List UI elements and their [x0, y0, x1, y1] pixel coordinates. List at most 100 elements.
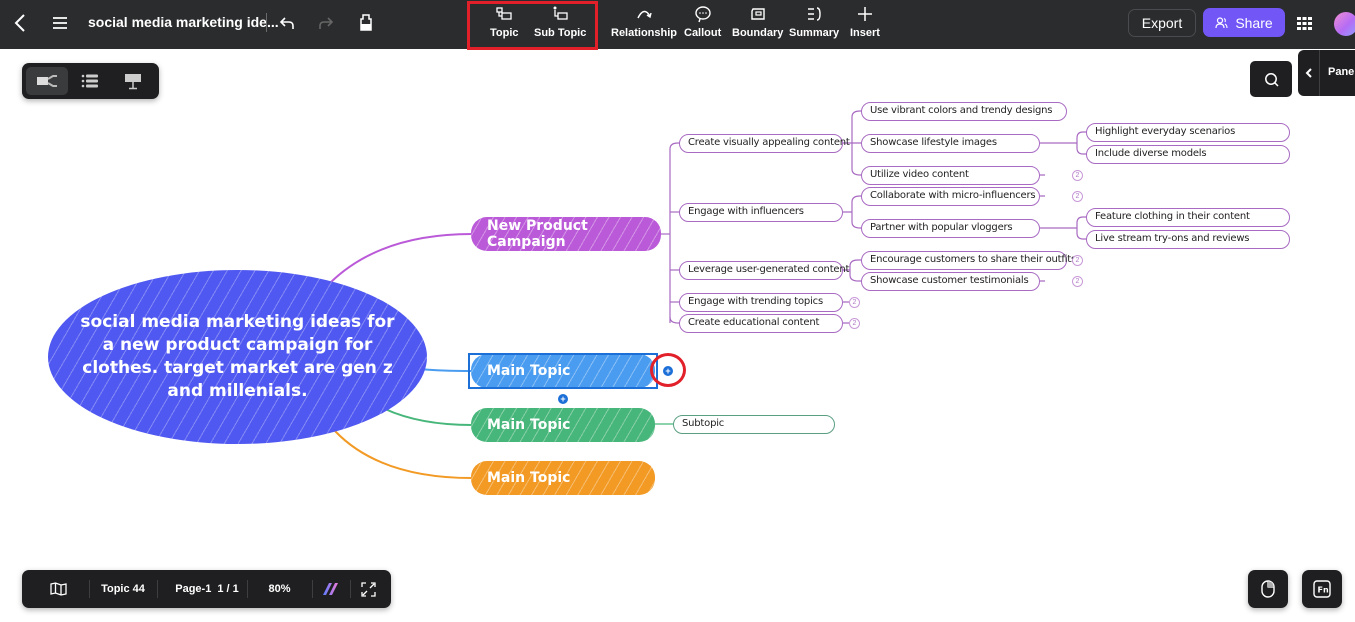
callout-tool-button[interactable]: Callout	[684, 5, 721, 39]
fullscreen-icon	[360, 581, 376, 597]
undo-button[interactable]	[277, 12, 297, 34]
boundary-icon	[750, 8, 765, 20]
function-keys-button[interactable]: Fn	[1302, 570, 1342, 608]
main-topic-orange[interactable]: Main Topic	[471, 461, 655, 495]
relationship-icon	[637, 10, 652, 19]
connector-main-2	[419, 368, 473, 372]
share-button[interactable]: Share	[1203, 8, 1285, 37]
mindmap-view-icon	[37, 75, 57, 87]
users-icon	[1215, 16, 1228, 28]
topic-node[interactable]: Create visually appealing content	[679, 134, 850, 153]
mindmap-view-button[interactable]	[26, 67, 68, 95]
summary-tool-button[interactable]: Summary	[789, 5, 839, 39]
topic-node[interactable]: Partner with popular vloggers	[861, 219, 1040, 238]
highlight-annotation-box	[467, 1, 598, 50]
boundary-tool-button[interactable]: Boundary	[732, 5, 783, 39]
ai-logo-icon	[323, 583, 338, 595]
ai-assistant-button[interactable]	[317, 570, 345, 608]
summary-tool-label: Summary	[789, 27, 840, 39]
zoom-level[interactable]: 80%	[252, 570, 307, 608]
redo-button[interactable]	[316, 12, 336, 34]
topic-node[interactable]: Encourage customers to share their outfi…	[861, 251, 1076, 270]
summary-icon	[808, 7, 821, 21]
view-switcher	[22, 63, 159, 99]
main-topic-new-product-campaign[interactable]: New Product Campaign	[471, 217, 661, 251]
callout-icon	[694, 6, 711, 23]
divider	[266, 13, 267, 32]
topic-node[interactable]: Highlight everyday scenarios	[1086, 123, 1290, 142]
redo-icon	[319, 17, 334, 29]
apps-button[interactable]	[1296, 15, 1312, 31]
topic-node[interactable]: Include diverse models	[1086, 145, 1290, 164]
insert-tool-button[interactable]: Insert	[850, 5, 880, 39]
topic-node[interactable]: Feature clothing in their content	[1086, 208, 1290, 227]
topic-node[interactable]: Collaborate with micro-influencers	[861, 187, 1040, 206]
top-toolbar: social media marketing ide... Topic Sub …	[0, 0, 1355, 50]
menu-button[interactable]	[50, 12, 70, 34]
topic-node[interactable]: Utilize video content	[861, 166, 1040, 185]
presentation-view-button[interactable]	[112, 67, 154, 95]
presentation-icon	[125, 73, 141, 89]
insert-tool-label: Insert	[850, 27, 880, 39]
panel-toggle[interactable]: Panel	[1298, 50, 1355, 96]
topic-node[interactable]: Leverage user-generated content	[679, 261, 849, 280]
boundary-tool-label: Boundary	[732, 27, 784, 39]
selection-outline	[468, 353, 658, 389]
callout-tool-label: Callout	[684, 27, 722, 39]
central-topic[interactable]: social media marketing ideas for a new p…	[48, 270, 427, 444]
undo-icon	[279, 17, 294, 29]
page-name: Page-1	[175, 583, 212, 595]
chevron-left-icon	[1298, 50, 1320, 96]
page-count: 1 / 1	[217, 583, 239, 595]
outline-view-button[interactable]	[69, 67, 111, 95]
topic-node[interactable]: Engage with trending topics	[679, 293, 843, 312]
main-topic-label: New Product Campaign	[487, 218, 588, 250]
mindmap-canvas[interactable]: social media marketing ideas for a new p…	[0, 49, 1355, 622]
search-button[interactable]	[1250, 61, 1292, 97]
connector-main-4	[334, 430, 473, 479]
topic-node[interactable]: Engage with influencers	[679, 203, 843, 222]
central-topic-text: social media marketing ideas for a new p…	[80, 312, 395, 401]
collapsed-count-badge[interactable]: 2	[1072, 170, 1083, 181]
export-label: Export	[1141, 15, 1183, 31]
main-topic-green[interactable]: Main Topic	[471, 408, 655, 442]
map-icon	[49, 582, 67, 596]
subtopic-node[interactable]: Subtopic	[673, 415, 835, 434]
topic-node[interactable]: Create educational content	[679, 314, 843, 333]
back-button[interactable]	[10, 12, 30, 34]
topic-count: Topic 44	[94, 570, 152, 608]
chevron-left-icon	[14, 14, 25, 32]
relationship-tool-button[interactable]: Relationship	[611, 5, 677, 39]
collapsed-count-badge[interactable]: 2	[1072, 255, 1083, 266]
format-painter-button[interactable]	[355, 11, 377, 35]
fn-key-icon: Fn	[1313, 580, 1331, 598]
zoom-level-text: 80%	[268, 583, 291, 595]
mouse-icon	[1261, 580, 1275, 598]
topic-node[interactable]: Showcase customer testimonials	[861, 272, 1040, 291]
plus-icon	[857, 7, 872, 21]
topic-node[interactable]: Live stream try-ons and reviews	[1086, 230, 1290, 249]
mouse-mode-button[interactable]	[1248, 570, 1288, 608]
panel-label: Panel	[1328, 66, 1355, 78]
document-title[interactable]: social media marketing ide...	[88, 14, 279, 30]
collapsed-count-badge[interactable]: 2	[1072, 276, 1083, 287]
page-indicator[interactable]: Page-1 1 / 1	[162, 570, 252, 608]
status-bar: Topic 44 Page-1 1 / 1 80%	[22, 570, 391, 608]
main-topic-label: Main Topic	[487, 417, 571, 433]
outline-list-icon	[81, 74, 98, 88]
minimap-button[interactable]	[42, 570, 74, 608]
apps-grid-icon	[1296, 16, 1312, 30]
connector-main-3	[384, 408, 473, 426]
collapsed-count-badge[interactable]: 2	[849, 318, 860, 329]
export-button[interactable]: Export	[1128, 9, 1196, 37]
collapsed-count-badge[interactable]: 2	[849, 297, 860, 308]
collapsed-count-badge[interactable]: 2	[1072, 191, 1083, 202]
fullscreen-button[interactable]	[355, 570, 381, 608]
topic-node[interactable]: Showcase lifestyle images	[861, 134, 1040, 153]
relationship-tool-label: Relationship	[611, 27, 678, 39]
user-avatar[interactable]	[1334, 12, 1355, 36]
add-sibling-topic-button[interactable]: +	[558, 394, 568, 404]
share-label: Share	[1235, 14, 1273, 31]
topic-count-text: Topic 44	[101, 583, 145, 595]
topic-node[interactable]: Use vibrant colors and trendy designs	[861, 102, 1067, 121]
